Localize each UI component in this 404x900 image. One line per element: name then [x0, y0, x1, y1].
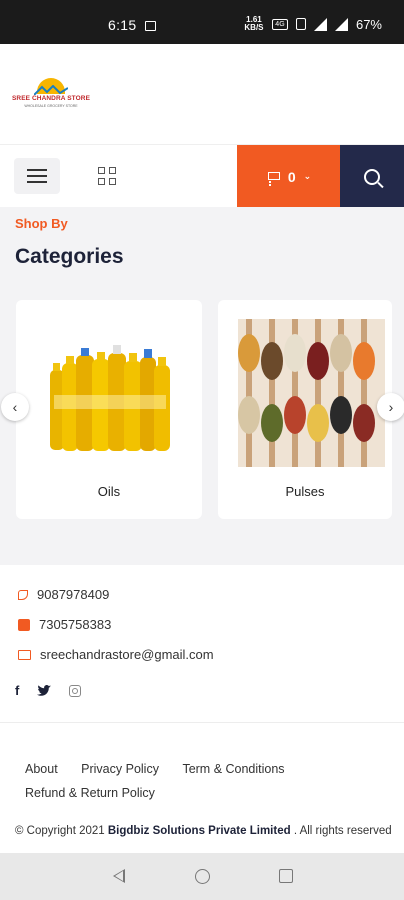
carousel-next-button[interactable]: › [377, 393, 404, 421]
volte-icon: 4G [271, 18, 288, 30]
carousel-prev-button[interactable]: ‹ [1, 393, 29, 421]
logo-brand-name: SREE CHANDRA STORE [12, 95, 91, 102]
copyright-company[interactable]: Bigdbiz Solutions Private Limited [108, 825, 291, 837]
categories-section: Shop By Categories Oils Pulses ‹ › [0, 207, 404, 565]
section-eyebrow: Shop By [15, 216, 68, 231]
cart-count: 0 [287, 168, 296, 185]
grid-view-icon[interactable] [98, 167, 116, 185]
link-about[interactable]: About [25, 757, 58, 781]
category-label: Oils [97, 484, 121, 499]
data-speed: 1.61 KB/S [244, 15, 264, 32]
header-logo-area: SREE CHANDRA STORE WHOLESALE GROCERY STO… [0, 44, 404, 144]
category-label: Pulses [285, 484, 325, 499]
whatsapp-icon [18, 618, 30, 631]
menu-line [27, 181, 47, 183]
chevron-right-icon: › [388, 399, 394, 415]
menu-line [27, 175, 47, 177]
footer-links: About Privacy Policy Term & Conditions R… [25, 757, 395, 805]
toolbar: 0 ⌄ [0, 144, 404, 208]
back-icon[interactable] [113, 869, 125, 883]
category-card-oils[interactable]: Oils [16, 300, 202, 519]
facebook-icon[interactable]: f [15, 683, 19, 698]
link-terms[interactable]: Term & Conditions [182, 757, 284, 781]
cart-icon [266, 171, 280, 184]
cart-button[interactable]: 0 ⌄ [237, 145, 340, 208]
chevron-left-icon: ‹ [12, 399, 18, 415]
twitter-icon[interactable] [37, 684, 52, 697]
menu-line [27, 169, 47, 171]
copyright-suffix: . All rights reserved [293, 825, 392, 837]
status-time: 6:15 [108, 17, 137, 33]
contact-whatsapp[interactable]: 7305758383 [18, 617, 111, 632]
social-links: f [15, 683, 82, 698]
search-icon [364, 168, 380, 185]
link-refund[interactable]: Refund & Return Policy [25, 781, 155, 805]
system-nav-bar [0, 853, 404, 900]
whatsapp-number: 7305758383 [39, 617, 112, 632]
contact-email[interactable]: sreechandrastore@gmail.com [18, 647, 214, 662]
oils-image [50, 345, 170, 451]
pulses-image [238, 319, 385, 467]
chevron-down-icon: ⌄ [303, 171, 312, 181]
logo-tagline: WHOLESALE GROCERY STORE [24, 104, 78, 108]
logo-mountain-icon [34, 85, 68, 95]
hamburger-menu-button[interactable] [14, 158, 60, 194]
footer-divider [0, 722, 404, 723]
battery-level: 67% [355, 16, 382, 32]
recent-apps-icon[interactable] [279, 869, 293, 883]
vibrate-icon [295, 18, 306, 30]
wifi-signal-icon [313, 17, 327, 31]
mail-icon [18, 649, 31, 660]
home-icon[interactable] [195, 869, 210, 884]
link-privacy[interactable]: Privacy Policy [81, 757, 159, 781]
status-bar: 6:15 1.61 KB/S 4G 67% [0, 0, 404, 44]
section-title: Categories [15, 245, 124, 268]
contact-phone[interactable]: 9087978409 [18, 587, 109, 602]
store-logo[interactable]: SREE CHANDRA STORE WHOLESALE GROCERY STO… [12, 78, 90, 112]
email-address: sreechandrastore@gmail.com [40, 647, 214, 662]
category-card-pulses[interactable]: Pulses [218, 300, 392, 519]
phone-icon [18, 589, 28, 600]
cell-signal-icon [334, 17, 348, 31]
gallery-icon [145, 21, 156, 31]
search-button[interactable] [340, 145, 404, 208]
copyright-prefix: © Copyright 2021 [15, 825, 105, 837]
phone-number: 9087978409 [37, 587, 110, 602]
instagram-icon[interactable] [69, 684, 82, 697]
copyright-text: © Copyright 2021 Bigdbiz Solutions Priva… [15, 821, 395, 841]
status-indicators: 1.61 KB/S 4G 67% [244, 16, 382, 32]
